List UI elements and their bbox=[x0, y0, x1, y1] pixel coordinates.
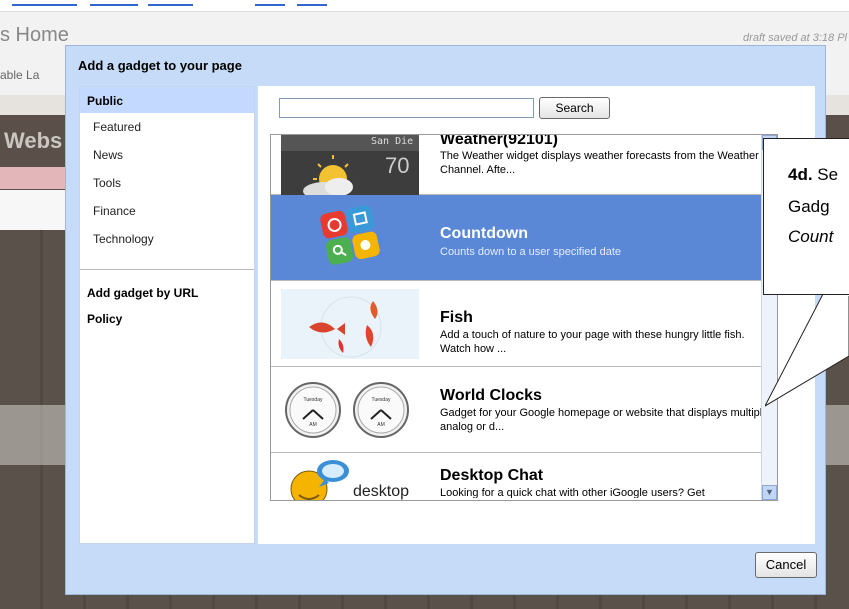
sidebar-item-technology[interactable]: Technology bbox=[80, 225, 254, 253]
fish-icon bbox=[281, 289, 419, 359]
background-nav: able La bbox=[0, 68, 40, 82]
gadget-row-world-clocks[interactable]: Tuesday AM Tuesday AM World Clocks Gadge… bbox=[271, 367, 769, 453]
gadget-row-countdown[interactable]: Countdown Counts down to a user specifie… bbox=[271, 195, 767, 281]
svg-text:AM: AM bbox=[309, 422, 317, 428]
search-button[interactable]: Search bbox=[539, 97, 610, 119]
add-gadget-by-url-link[interactable]: Add gadget by URL bbox=[80, 282, 254, 308]
sidebar-divider bbox=[80, 269, 254, 270]
callout-line-2: Gadg bbox=[788, 197, 830, 216]
svg-text:AM: AM bbox=[377, 422, 385, 428]
sidebar-item-news[interactable]: News bbox=[80, 141, 254, 169]
background-heading: Webs bbox=[4, 128, 63, 153]
weather-city: San Die bbox=[371, 136, 414, 147]
weather-icon: San Die 70 bbox=[281, 135, 419, 200]
gadget-name: Desktop Chat bbox=[440, 467, 544, 484]
category-sidebar: Public Featured News Tools Finance Techn… bbox=[79, 86, 255, 544]
gadget-name: Countdown bbox=[440, 225, 528, 242]
search-input[interactable] bbox=[279, 98, 534, 118]
tutorial-callout: 4d. Se Gadg Count bbox=[763, 138, 849, 295]
add-gadget-dialog: Add a gadget to your page Public Feature… bbox=[65, 45, 826, 595]
gadget-name: Weather(92101) bbox=[440, 134, 558, 148]
callout-step: 4d. bbox=[788, 165, 813, 184]
gadget-row-weather[interactable]: San Die 70 Weather(92101) The Weather wi… bbox=[271, 134, 767, 200]
gadget-name: Fish bbox=[440, 309, 473, 326]
clock-icon: Tuesday AM Tuesday AM bbox=[281, 375, 419, 445]
svg-text:Tuesday: Tuesday bbox=[304, 397, 323, 403]
dialog-title: Add a gadget to your page bbox=[78, 58, 242, 73]
callout-line-1: 4d. Se bbox=[788, 165, 838, 185]
gadget-description: Counts down to a user specified date bbox=[440, 246, 622, 258]
policy-link[interactable]: Policy bbox=[80, 308, 254, 334]
background-white-block bbox=[0, 190, 70, 230]
background-pink-block bbox=[0, 167, 70, 189]
gadget-browser: Search San Die 70 Weather(92101) The Wea… bbox=[258, 86, 815, 544]
gadget-row-fish[interactable]: Fish Add a touch of nature to your page … bbox=[271, 281, 767, 367]
callout-tail bbox=[765, 294, 849, 407]
scroll-down-button[interactable]: ▼ bbox=[762, 485, 777, 500]
gadget-name: World Clocks bbox=[440, 387, 542, 404]
gadget-description: Gadget for your Google homepage or websi… bbox=[440, 407, 769, 433]
countdown-icon bbox=[281, 201, 419, 271]
gadget-description: The Weather widget displays weather fore… bbox=[440, 150, 759, 176]
chat-thumb-text: desktop bbox=[353, 483, 410, 500]
gadget-description: Looking for a quick chat with other iGoo… bbox=[440, 487, 705, 498]
sidebar-item-finance[interactable]: Finance bbox=[80, 197, 254, 225]
cancel-button[interactable]: Cancel bbox=[755, 552, 817, 578]
chat-icon: desktop bbox=[281, 459, 419, 500]
gadget-description: Add a touch of nature to your page with … bbox=[440, 329, 745, 355]
gadget-list: San Die 70 Weather(92101) The Weather wi… bbox=[270, 134, 778, 501]
sidebar-item-tools[interactable]: Tools bbox=[80, 169, 254, 197]
sidebar-item-public[interactable]: Public bbox=[80, 87, 254, 113]
weather-temp: 70 bbox=[385, 153, 410, 178]
background-page-title: s Home bbox=[0, 24, 69, 46]
draft-status: draft saved at 3:18 Pl bbox=[743, 32, 847, 44]
gadget-row-desktop-chat[interactable]: desktop Desktop Chat Looking for a quick… bbox=[271, 453, 767, 500]
svg-text:Tuesday: Tuesday bbox=[372, 397, 391, 403]
sidebar-item-featured[interactable]: Featured bbox=[80, 113, 254, 141]
callout-text-1: Se bbox=[812, 165, 839, 184]
callout-line-3: Count bbox=[788, 227, 834, 246]
